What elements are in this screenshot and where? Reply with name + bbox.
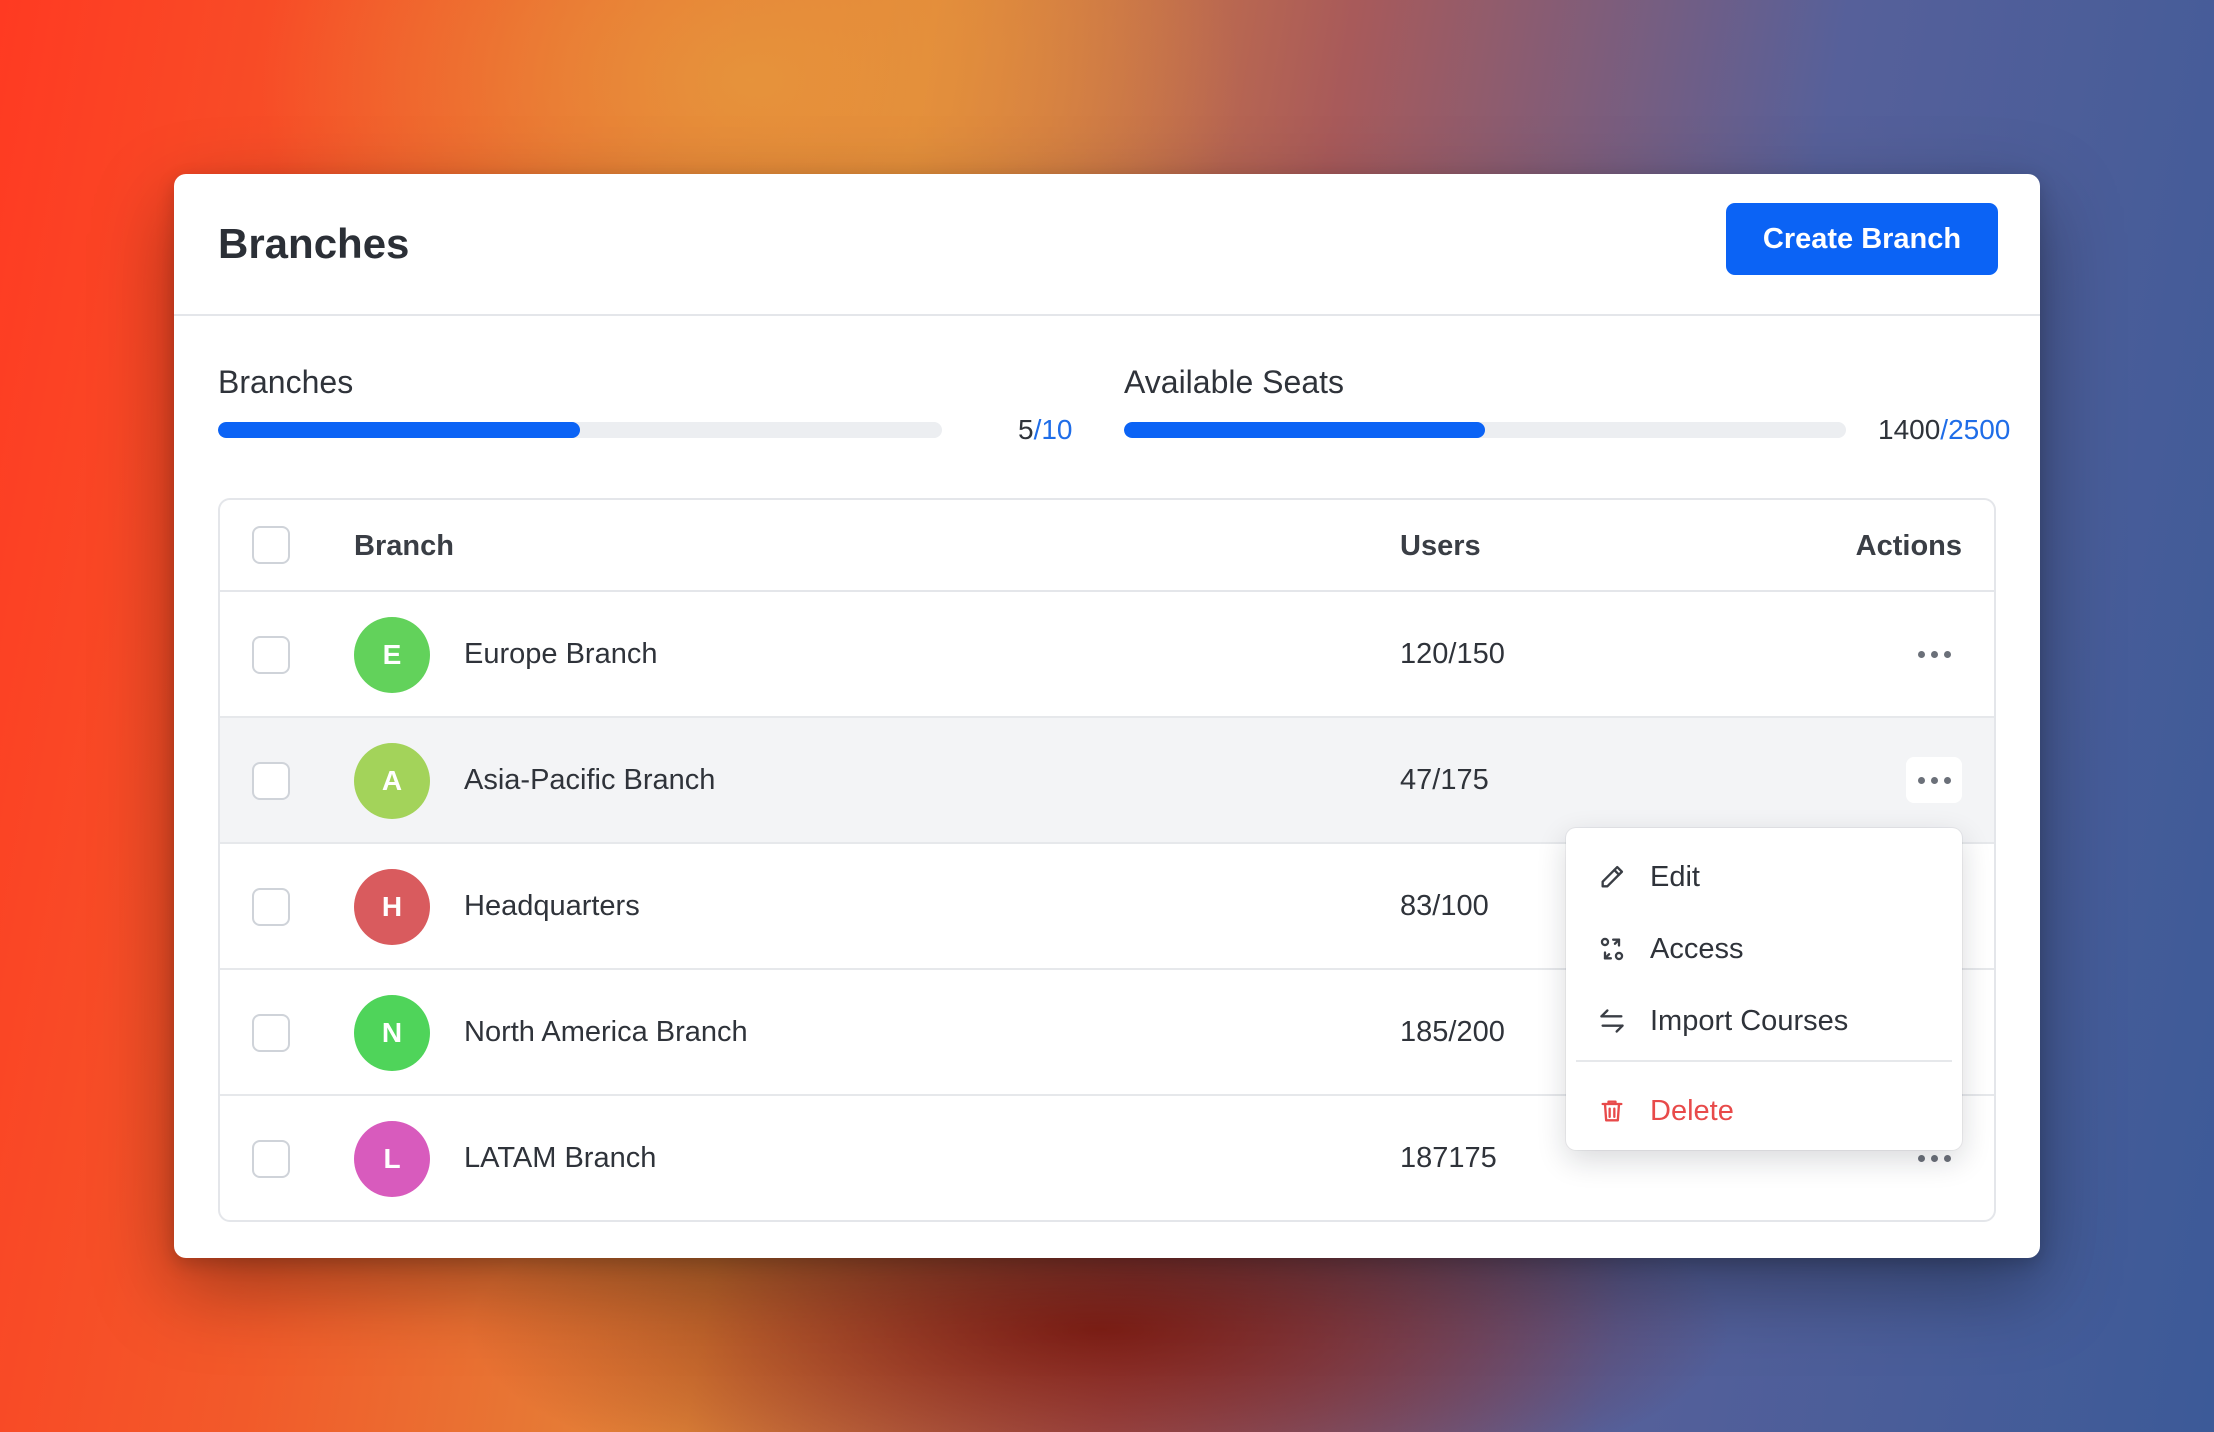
seats-used: 1400: [1878, 414, 1941, 445]
more-dots-icon-dot: [1943, 776, 1951, 784]
pencil-icon: [1601, 865, 1624, 888]
branch-users: 47/175: [1400, 764, 1489, 796]
avatar: N: [354, 995, 430, 1071]
row-checkbox[interactable]: [252, 636, 290, 674]
avatar: L: [354, 1121, 430, 1197]
create-branch-button[interactable]: Create Branch: [1726, 203, 1998, 275]
branch-users: 187175: [1400, 1142, 1497, 1174]
import-arrows-icon: [1600, 1009, 1624, 1033]
row-checkbox[interactable]: [252, 762, 290, 800]
column-header-users[interactable]: Users: [1400, 528, 1481, 564]
more-dots-icon: [1917, 776, 1925, 784]
branches-total: 10: [1041, 414, 1073, 445]
card-header: Branches Create Branch: [174, 174, 2040, 316]
menu-item-delete[interactable]: Delete: [1566, 1078, 1962, 1144]
branch-name[interactable]: Headquarters: [464, 888, 640, 924]
row-checkbox[interactable]: [252, 1014, 290, 1052]
branches-progress-fill: [218, 422, 580, 438]
menu-item-label: Import Courses: [1650, 1005, 1849, 1037]
branch-users: 120/150: [1400, 638, 1505, 670]
branch-name[interactable]: Asia-Pacific Branch: [464, 762, 715, 798]
seats-stat: Available Seats 1400/2500: [1124, 360, 2010, 445]
avatar: A: [354, 743, 430, 819]
branches-stat-label: Branches: [218, 364, 354, 400]
table-row[interactable]: E Europe Branch 120/150: [220, 592, 1994, 718]
seats-progress-fill: [1124, 422, 1485, 438]
seats-progress-bar: [1124, 422, 1846, 438]
menu-divider: [1576, 1060, 1952, 1062]
branches-stat-value: 5/10: [1018, 412, 1073, 448]
table-row[interactable]: A Asia-Pacific Branch 47/175: [220, 718, 1994, 844]
row-checkbox[interactable]: [252, 888, 290, 926]
avatar: H: [354, 869, 430, 945]
trash-icon: [1601, 1100, 1623, 1122]
menu-item-label: Edit: [1650, 861, 1700, 893]
more-dots-icon: [1917, 1154, 1925, 1162]
row-checkbox[interactable]: [252, 1140, 290, 1178]
more-dots-icon-dot: [1943, 650, 1951, 658]
column-header-branch[interactable]: Branch: [354, 528, 454, 564]
more-dots-icon-dot: [1943, 1154, 1951, 1162]
more-dots-icon-dot: [1930, 650, 1938, 658]
more-dots-icon: [1917, 650, 1925, 658]
more-dots-icon-dot: [1930, 776, 1938, 784]
menu-item-label: Access: [1650, 933, 1744, 965]
seats-stat-label: Available Seats: [1124, 364, 1344, 400]
menu-item-import-courses[interactable]: Import Courses: [1566, 988, 1962, 1054]
branch-users: 83/100: [1400, 890, 1489, 922]
branches-used: 5: [1018, 414, 1034, 445]
menu-item-label: Delete: [1650, 1095, 1734, 1127]
branch-name[interactable]: Europe Branch: [464, 636, 657, 672]
branch-users: 185/200: [1400, 1016, 1505, 1048]
seats-separator: /: [1940, 414, 1949, 445]
row-actions-menu: Edit Access Import Courses Delete: [1566, 828, 1962, 1150]
branch-name[interactable]: LATAM Branch: [464, 1140, 656, 1176]
menu-item-access[interactable]: Access: [1566, 916, 1962, 982]
avatar: E: [354, 617, 430, 693]
column-header-actions: Actions: [1855, 530, 1962, 562]
seats-stat-value: 1400/2500: [1878, 412, 2010, 448]
table-header: Branch Users Actions: [220, 500, 1994, 592]
menu-item-edit[interactable]: Edit: [1566, 844, 1962, 910]
branches-progress-bar: [218, 422, 942, 438]
seats-total: 2500: [1948, 414, 2011, 445]
branch-name[interactable]: North America Branch: [464, 1014, 748, 1050]
branches-stat: Branches 5/10: [218, 360, 1073, 445]
more-dots-icon-dot: [1930, 1154, 1938, 1162]
access-icon: [1600, 937, 1624, 961]
row-actions-button[interactable]: [1906, 757, 1962, 803]
row-actions-button[interactable]: [1906, 631, 1962, 677]
select-all-checkbox[interactable]: [252, 526, 290, 564]
page-title: Branches: [218, 220, 410, 267]
